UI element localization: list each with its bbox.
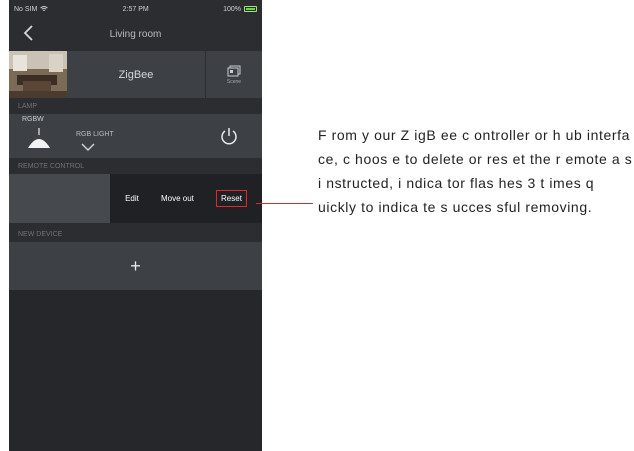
section-new-device-label: NEW DEVICE: [9, 227, 262, 241]
remote-swipe-actions: Edit Move out Reset: [110, 174, 262, 223]
power-icon[interactable]: [219, 126, 239, 146]
section-lamp-label: LAMP: [9, 99, 262, 113]
wifi-icon: [40, 6, 49, 11]
reset-button[interactable]: Reset: [216, 190, 247, 207]
nav-bar: Living room: [9, 18, 262, 50]
battery-group: 100%: [223, 6, 257, 13]
status-time: 2:57 PM: [122, 5, 149, 13]
status-bar: No SIM 2:57 PM 100%: [9, 0, 262, 18]
chevron-down-icon[interactable]: [81, 143, 95, 151]
phone-screen: No SIM 2:57 PM 100% Living room ZigBee S…: [9, 0, 262, 451]
add-device-button[interactable]: +: [9, 242, 262, 290]
edit-button[interactable]: Edit: [125, 194, 139, 203]
lamp-icon: [28, 128, 50, 148]
callout-connector-line: [256, 203, 313, 204]
remote-device-card[interactable]: [9, 174, 110, 223]
hub-row[interactable]: ZigBee Scene: [9, 51, 262, 98]
battery-icon: [243, 6, 257, 12]
battery-percent: 100%: [223, 5, 241, 13]
carrier-group: No SIM: [14, 5, 49, 13]
hub-room-image: [9, 51, 67, 98]
page-title: Living room: [109, 28, 162, 40]
section-remote-label: REMOTE CONTROL: [9, 159, 262, 173]
empty-list-area: [9, 290, 262, 451]
lamp-device-row[interactable]: RGBW RGB LIGHT: [9, 114, 262, 158]
hub-name: ZigBee: [67, 51, 206, 98]
lamp-type-label: RGBW: [22, 116, 44, 123]
scene-icon: [227, 65, 241, 76]
move-out-button[interactable]: Move out: [161, 194, 194, 203]
scene-label: Scene: [226, 78, 242, 85]
room-photo-icon: [9, 51, 67, 98]
carrier-label: No SIM: [14, 5, 38, 13]
remote-control-row: Edit Move out Reset: [9, 174, 262, 223]
back-icon[interactable]: [21, 24, 37, 42]
lamp-name: RGB LIGHT: [76, 131, 114, 138]
instruction-text: F rom y our Z igB ee c ontroller or h ub…: [318, 127, 633, 215]
page: No SIM 2:57 PM 100% Living room ZigBee S…: [0, 0, 634, 451]
plus-icon: +: [130, 256, 141, 276]
scene-button[interactable]: Scene: [206, 51, 262, 98]
